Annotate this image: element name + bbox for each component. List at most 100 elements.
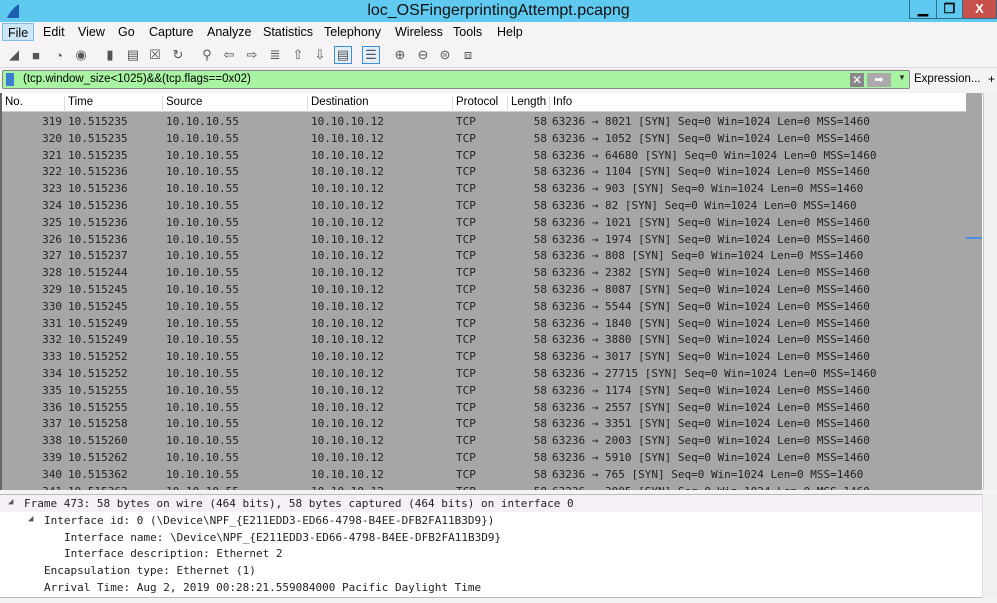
normal-size-icon[interactable]: ⊜ — [436, 46, 454, 64]
column-header-source[interactable]: Source — [162, 96, 307, 112]
column-header-length[interactable]: Length — [507, 96, 549, 112]
packet-row[interactable]: 323 10.515236 10.10.10.55 10.10.10.12 TCP 58 6… — [2, 180, 966, 197]
packet-row[interactable]: 329 10.515245 10.10.10.55 10.10.10.12 TCP 58 6… — [2, 281, 966, 298]
resize-columns-icon[interactable]: ⧈ — [459, 46, 477, 64]
menu-wireless[interactable]: Wireless — [390, 23, 448, 41]
clear-filter-icon[interactable]: ✕ — [850, 73, 864, 87]
detail-tree-item[interactable]: Interface description: Ethernet 2 — [0, 545, 997, 562]
save-file-icon[interactable]: ▤ — [124, 46, 142, 64]
capture-options-icon[interactable]: ◉ — [72, 46, 90, 64]
menu-go[interactable]: Go — [113, 23, 140, 41]
menu-statistics[interactable]: Statistics — [258, 23, 318, 41]
packet-no: 323 — [42, 182, 62, 196]
packet-row[interactable]: 339 10.515262 10.10.10.55 10.10.10.12 TCP 58 6… — [2, 449, 966, 466]
stop-capture-icon[interactable]: ■ — [27, 46, 45, 64]
minimize-button[interactable]: ▁ — [909, 0, 937, 19]
close-button[interactable]: X — [962, 0, 997, 19]
open-file-icon[interactable]: ▮ — [101, 46, 119, 64]
packet-info: 63236 → 3880 [SYN] Seq=0 Win=1024 Len=0 … — [552, 333, 870, 347]
zoom-in-icon[interactable]: ⊕ — [391, 46, 409, 64]
menu-file[interactable]: File — [2, 23, 35, 41]
apply-filter-icon[interactable]: ➡ — [867, 73, 891, 87]
packet-protocol: TCP — [456, 266, 476, 280]
packet-row[interactable]: 340 10.515362 10.10.10.55 10.10.10.12 TCP 58 6… — [2, 466, 966, 483]
packet-row[interactable]: 324 10.515236 10.10.10.55 10.10.10.12 TCP 58 6… — [2, 197, 966, 214]
detail-tree-item[interactable]: Encapsulation type: Ethernet (1) — [0, 562, 997, 579]
menu-edit[interactable]: Edit — [38, 23, 70, 41]
column-header-destination[interactable]: Destination — [307, 96, 452, 112]
menu-tools[interactable]: Tools — [448, 23, 487, 41]
close-file-icon[interactable]: ☒ — [146, 46, 164, 64]
packet-row[interactable]: 331 10.515249 10.10.10.55 10.10.10.12 TCP 58 6… — [2, 315, 966, 332]
go-to-packet-icon[interactable]: ≣ — [266, 46, 284, 64]
packet-source: 10.10.10.55 — [166, 249, 239, 263]
display-filter-input[interactable]: (tcp.window_size<1025)&&(tcp.flags==0x02… — [23, 73, 251, 85]
packet-no: 341 — [2, 485, 62, 490]
reload-file-icon[interactable]: ↻ — [169, 46, 187, 64]
packet-row[interactable]: 321 10.515235 10.10.10.55 10.10.10.12 TCP 58 6… — [2, 147, 966, 164]
packet-row[interactable]: 328 10.515244 10.10.10.55 10.10.10.12 TCP 58 6… — [2, 264, 966, 281]
packet-details-pane[interactable]: ◢ Frame 473: 58 bytes on wire (464 bits),… — [0, 494, 997, 598]
packet-row[interactable]: 326 10.515236 10.10.10.55 10.10.10.12 TCP 58 6… — [2, 231, 966, 248]
menu-capture[interactable]: Capture — [144, 23, 198, 41]
packet-row[interactable]: 327 10.515237 10.10.10.55 10.10.10.12 TCP 58 6… — [2, 247, 966, 264]
find-packet-icon[interactable]: ⚲ — [198, 46, 216, 64]
packet-row[interactable]: 333 10.515252 10.10.10.55 10.10.10.12 TCP 58 6… — [2, 348, 966, 365]
packet-row[interactable]: 325 10.515236 10.10.10.55 10.10.10.12 TCP 58 6… — [2, 214, 966, 231]
packet-no: 332 — [42, 333, 62, 347]
column-header-time[interactable]: Time — [64, 96, 162, 112]
detail-tree-item[interactable]: ◢ Frame 473: 58 bytes on wire (464 bits),… — [0, 495, 997, 512]
go-forward-icon[interactable]: ⇨ — [243, 46, 261, 64]
menu-telephony[interactable]: Telephony — [319, 23, 386, 41]
packet-list[interactable]: No. Time Source Destination Protocol Len… — [0, 93, 966, 490]
packet-source: 10.10.10.55 — [166, 467, 239, 481]
detail-tree-item[interactable]: Interface name: \Device\NPF_{E211EDD3-ED… — [0, 529, 997, 546]
column-header-no[interactable]: No. — [2, 96, 23, 112]
add-filter-button[interactable]: + — [988, 72, 995, 86]
packet-source: 10.10.10.55 — [166, 417, 239, 431]
packet-row[interactable]: 338 10.515260 10.10.10.55 10.10.10.12 TCP 58 6… — [2, 432, 966, 449]
packet-list-scrollbar[interactable] — [966, 93, 982, 490]
packet-row[interactable]: 330 10.515245 10.10.10.55 10.10.10.12 TCP 58 6… — [2, 298, 966, 315]
packet-row[interactable]: 341 10.515363 10.10.10.55 10.10.10.12 TCP 58 6… — [2, 483, 966, 490]
display-filter-bar[interactable]: (tcp.window_size<1025)&&(tcp.flags==0x02… — [2, 70, 910, 89]
column-header-info[interactable]: Info — [549, 96, 966, 112]
packet-row[interactable]: 334 10.515252 10.10.10.55 10.10.10.12 TCP 58 6… — [2, 365, 966, 382]
packet-row[interactable]: 332 10.515249 10.10.10.55 10.10.10.12 TCP 58 6… — [2, 331, 966, 348]
go-back-icon[interactable]: ⇦ — [220, 46, 238, 64]
packet-row[interactable]: 336 10.515255 10.10.10.55 10.10.10.12 TCP 58 6… — [2, 399, 966, 416]
packet-no: 321 — [42, 148, 62, 162]
zoom-out-icon[interactable]: ⊖ — [414, 46, 432, 64]
start-capture-icon[interactable]: ◢ — [5, 46, 23, 64]
packet-row[interactable]: 319 10.515235 10.10.10.55 10.10.10.12 TCP 58 6… — [2, 113, 966, 130]
packet-row[interactable]: 337 10.515258 10.10.10.55 10.10.10.12 TCP 58 6… — [2, 415, 966, 432]
packet-minimap — [983, 93, 997, 490]
last-packet-icon[interactable]: ⇩ — [311, 46, 329, 64]
restore-button[interactable]: ❐ — [936, 0, 963, 19]
bookmark-icon[interactable] — [6, 73, 14, 86]
packet-source: 10.10.10.55 — [166, 299, 239, 313]
packet-destination: 10.10.10.12 — [311, 198, 384, 212]
packet-protocol: TCP — [456, 434, 476, 448]
column-header-protocol[interactable]: Protocol — [452, 96, 507, 112]
autoscroll-icon[interactable]: ▤ — [334, 46, 352, 64]
detail-tree-item[interactable]: Arrival Time: Aug 2, 2019 00:28:21.55908… — [0, 579, 997, 596]
restart-capture-icon[interactable]: ◔ — [50, 46, 68, 64]
expand-triangle-icon[interactable]: ◢ — [8, 497, 13, 507]
menu-view[interactable]: View — [73, 23, 110, 41]
chevron-down-icon[interactable]: ▼ — [898, 73, 906, 82]
details-scrollbar[interactable] — [982, 494, 997, 598]
first-packet-icon[interactable]: ⇧ — [289, 46, 307, 64]
packet-destination: 10.10.10.12 — [311, 182, 384, 196]
packet-row[interactable]: 335 10.515255 10.10.10.55 10.10.10.12 TCP 58 6… — [2, 382, 966, 399]
detail-tree-item[interactable]: ◢ Interface id: 0 (\Device\NPF_{E211EDD3-… — [0, 512, 997, 529]
packet-row[interactable]: 322 10.515236 10.10.10.55 10.10.10.12 TCP 58 6… — [2, 163, 966, 180]
packet-protocol: TCP — [456, 232, 476, 246]
menu-analyze[interactable]: Analyze — [202, 23, 256, 41]
packet-row[interactable]: 320 10.515235 10.10.10.55 10.10.10.12 TCP 58 6… — [2, 130, 966, 147]
expand-triangle-icon[interactable]: ◢ — [28, 514, 33, 524]
expression-button[interactable]: Expression... — [914, 73, 980, 85]
colorize-icon[interactable]: ☰ — [362, 46, 380, 64]
packet-time: 10.515244 — [68, 266, 128, 280]
menu-help[interactable]: Help — [492, 23, 528, 41]
